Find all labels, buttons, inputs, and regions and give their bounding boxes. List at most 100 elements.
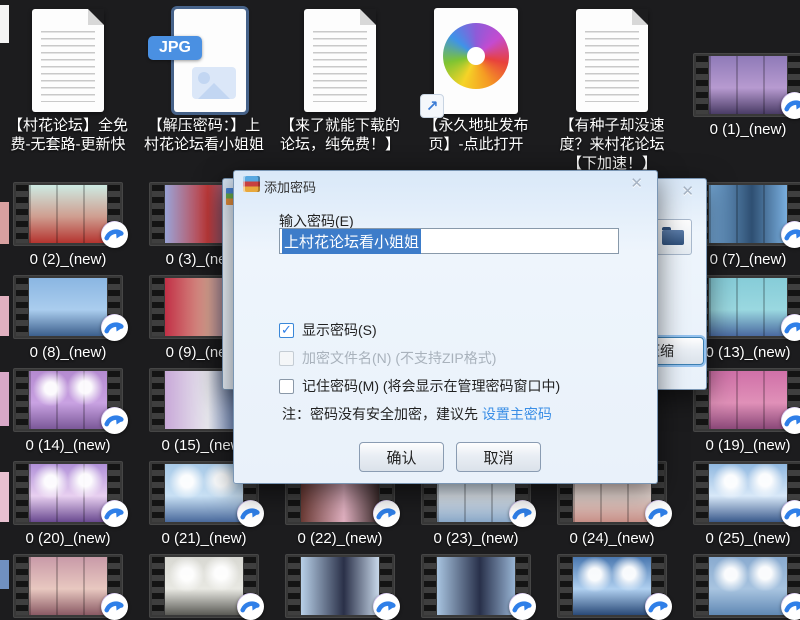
video-file-icon[interactable] (13, 461, 123, 525)
partial-icon (0, 372, 9, 426)
play-overlay-icon (781, 500, 800, 527)
filmstrip-edge (152, 371, 164, 429)
browse-folder-button[interactable] (654, 219, 692, 255)
checkbox-icon (279, 379, 294, 394)
add-password-dialog: 添加密码 ✕ 输入密码(E) 上村花论坛看小姐姐 ✓ 显示密码(S) 加密文件名… (233, 170, 658, 484)
confirm-button[interactable]: 确认 (359, 442, 444, 472)
video-thumbnail (29, 185, 107, 243)
play-overlay-icon (509, 500, 536, 527)
video-file-icon[interactable] (13, 182, 123, 246)
filmstrip-edge (16, 278, 28, 336)
icon-label: 【解压密码：】上村花论坛看小姐姐 (142, 116, 266, 154)
partial-icon (0, 296, 9, 336)
icon-label: 【永久地址发布页】-点此打开 (413, 116, 539, 154)
partial-icon (0, 472, 9, 522)
close-icon[interactable]: ✕ (630, 174, 643, 192)
filmstrip-edge (288, 557, 300, 615)
filmstrip-edge (16, 464, 28, 522)
filmstrip-edge (152, 278, 164, 336)
video-file-icon[interactable] (13, 368, 123, 432)
play-overlay-icon (101, 221, 128, 248)
text-document-icon[interactable] (304, 9, 376, 112)
page-fold (360, 9, 376, 25)
filmstrip-edge (696, 464, 708, 522)
icon-label: 0 (24)_(new) (547, 529, 677, 548)
play-overlay-icon (101, 407, 128, 434)
icon-label: 0 (19)_(new) (683, 436, 800, 455)
icon-label: 【来了就能下载的论坛，纯免费！】 (276, 116, 404, 154)
icon-label: 【有种子却没速度？来村花论坛【下加速！】 (548, 116, 676, 173)
play-overlay-icon (781, 314, 800, 341)
icon-label: 0 (21)_(new) (139, 529, 269, 548)
video-file-icon[interactable] (421, 554, 531, 618)
video-file-icon[interactable] (13, 275, 123, 339)
cancel-button[interactable]: 取消 (456, 442, 541, 472)
play-overlay-icon (781, 593, 800, 620)
play-overlay-icon (237, 500, 264, 527)
video-thumbnail (709, 557, 787, 615)
checkbox-label: 记住密码(M) (将会显示在管理密码窗口中) (302, 376, 560, 396)
partial-icon (0, 5, 9, 43)
video-file-icon[interactable] (693, 275, 800, 339)
filmstrip-edge (152, 464, 164, 522)
text-document-icon[interactable] (32, 9, 104, 112)
icon-label: 0 (23)_(new) (411, 529, 541, 548)
close-icon[interactable]: ✕ (681, 182, 694, 200)
play-overlay-icon (781, 407, 800, 434)
icon-label: 0 (25)_(new) (683, 529, 800, 548)
filmstrip-edge (16, 371, 28, 429)
video-file-icon[interactable] (693, 368, 800, 432)
jpg-image-icon[interactable] (174, 9, 246, 112)
play-overlay-icon (237, 593, 264, 620)
play-overlay-icon (781, 92, 800, 119)
video-thumbnail (573, 557, 651, 615)
password-input[interactable]: 上村花论坛看小姐姐 (279, 228, 619, 254)
show-password-checkbox[interactable]: ✓ 显示密码(S) (279, 320, 377, 340)
icon-label: 0 (20)_(new) (3, 529, 133, 548)
text-document-icon[interactable] (576, 9, 648, 112)
play-overlay-icon (373, 593, 400, 620)
play-overlay-icon (509, 593, 536, 620)
remember-password-checkbox[interactable]: 记住密码(M) (将会显示在管理密码窗口中) (279, 376, 560, 396)
note-text: 注：密码没有安全加密，建议先 (282, 406, 482, 422)
checkbox-icon: ✓ (279, 323, 294, 338)
folder-icon (662, 230, 684, 245)
filmstrip-edge (696, 56, 708, 114)
video-file-icon[interactable] (285, 554, 395, 618)
video-thumbnail (29, 371, 107, 429)
winrar-icon (243, 176, 260, 192)
video-thumbnail (709, 371, 787, 429)
set-master-password-link[interactable]: 设置主密码 (482, 406, 552, 422)
icon-label: 0 (22)_(new) (275, 529, 405, 548)
play-overlay-icon (101, 500, 128, 527)
filmstrip-edge (16, 185, 28, 243)
text-lines (585, 31, 639, 102)
text-lines (41, 31, 95, 102)
filmstrip-edge (424, 557, 436, 615)
video-thumbnail (165, 557, 243, 615)
video-file-icon[interactable] (693, 53, 800, 117)
pinwheel-center (467, 47, 485, 65)
video-file-icon[interactable] (149, 554, 259, 618)
image-glyph (192, 67, 236, 99)
video-file-icon[interactable] (693, 554, 800, 618)
video-file-icon[interactable] (13, 554, 123, 618)
page-fold (88, 9, 104, 25)
play-overlay-icon (373, 500, 400, 527)
filmstrip-edge (152, 185, 164, 243)
browser-shortcut-icon[interactable]: ↗ (434, 8, 518, 114)
jpg-tag: JPG (148, 36, 202, 60)
video-thumbnail (165, 464, 243, 522)
play-overlay-icon (645, 593, 672, 620)
video-file-icon[interactable] (693, 461, 800, 525)
icon-label: 0 (1)_(new) (685, 120, 800, 139)
icon-label: 0 (2)_(new) (3, 250, 133, 269)
video-file-icon[interactable] (693, 182, 800, 246)
video-file-icon[interactable] (557, 554, 667, 618)
text-lines (313, 31, 367, 102)
dialog-titlebar[interactable]: 添加密码 ✕ (234, 171, 657, 197)
video-thumbnail (709, 56, 787, 114)
icon-label: 【村花论坛】全免费-无套路-更新快 (4, 116, 132, 154)
video-thumbnail (29, 464, 107, 522)
play-overlay-icon (781, 221, 800, 248)
